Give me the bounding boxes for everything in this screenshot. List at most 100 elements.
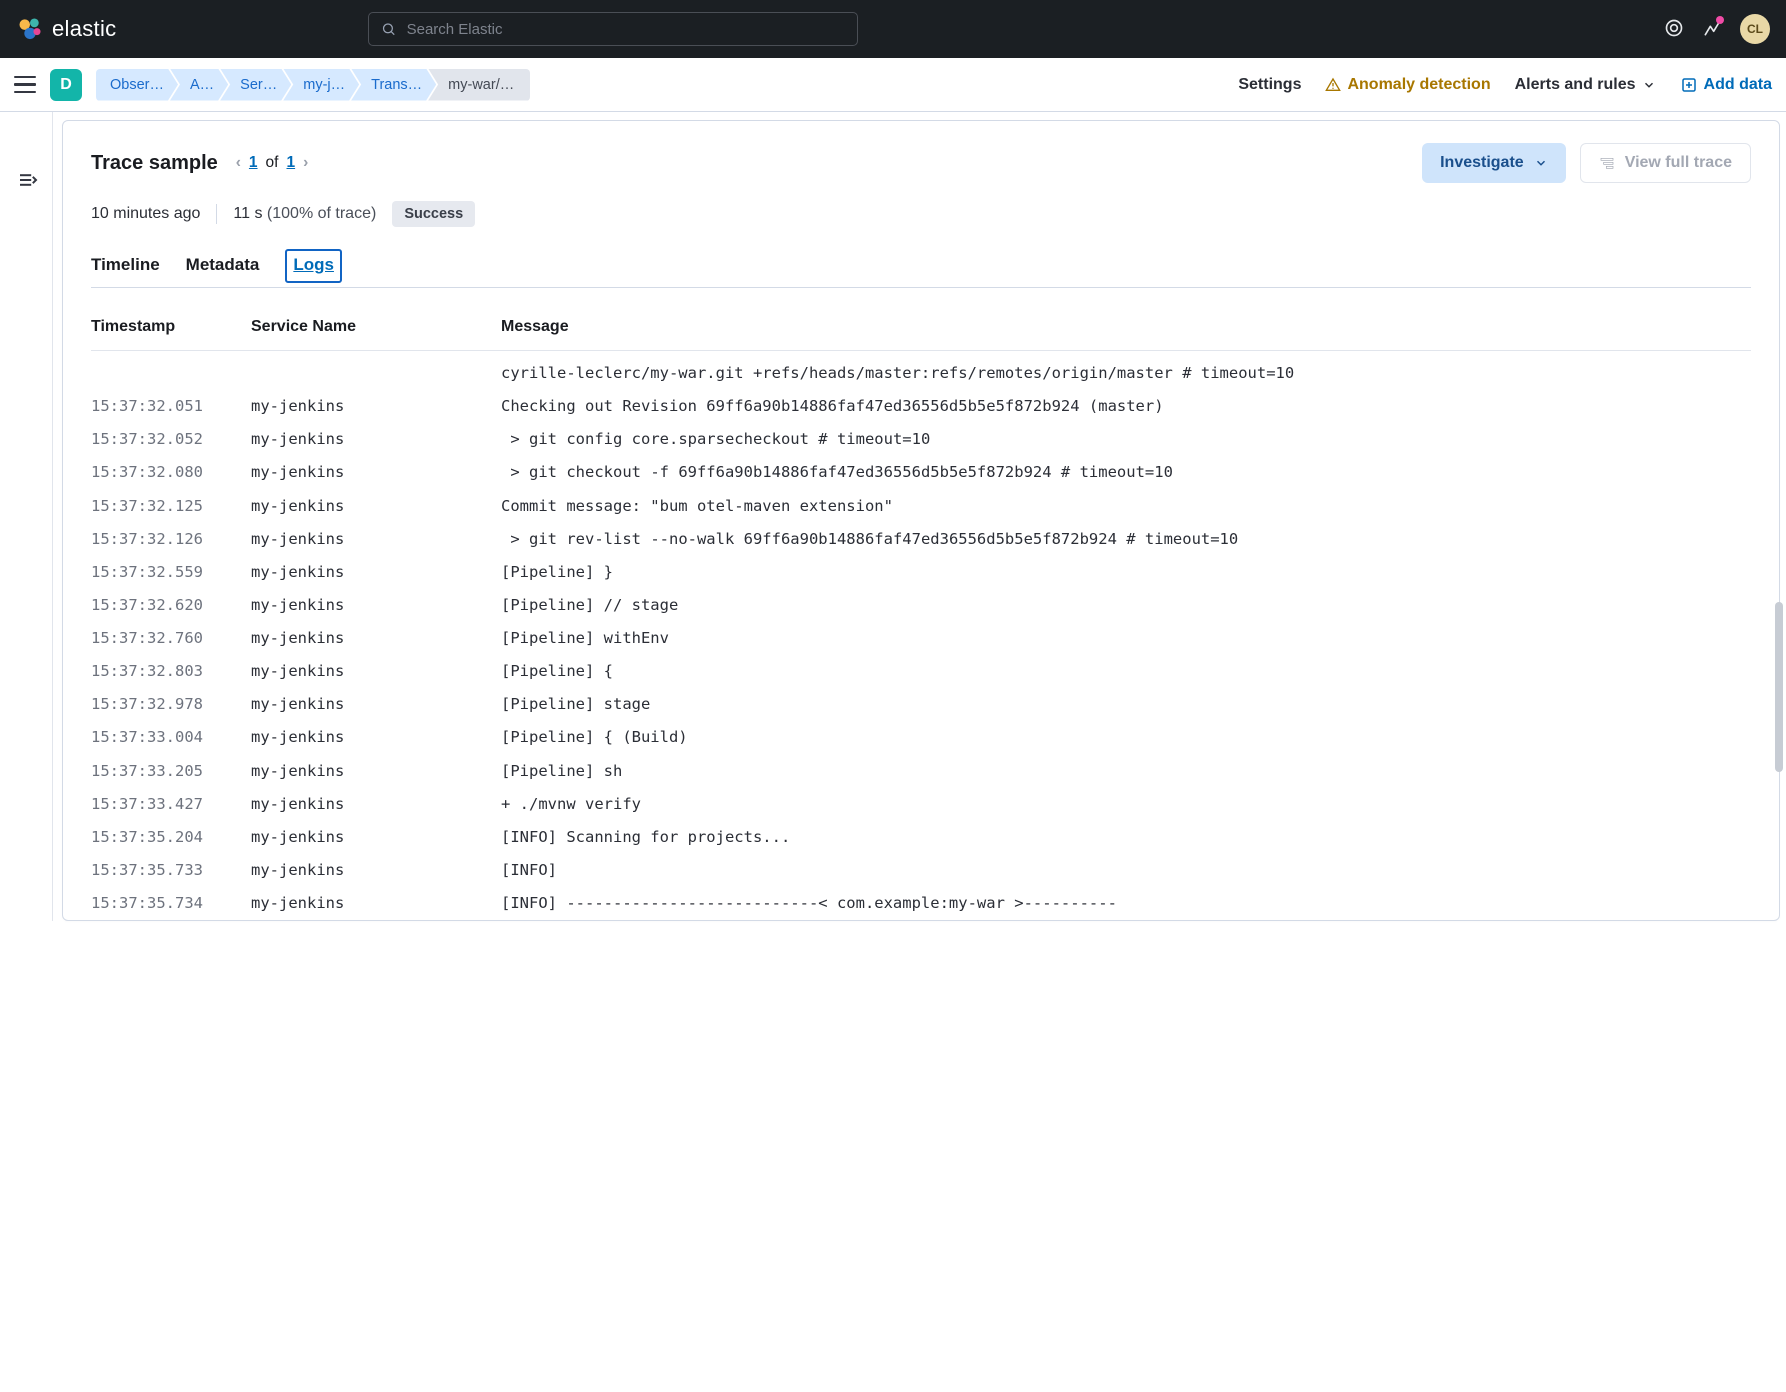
log-message: [INFO] [501, 857, 1751, 884]
log-timestamp: 15:37:32.559 [91, 559, 251, 586]
tab-metadata[interactable]: Metadata [186, 249, 260, 287]
tab-timeline[interactable]: Timeline [91, 249, 160, 287]
log-service: my-jenkins [251, 426, 501, 453]
table-row[interactable]: 15:37:32.978my-jenkins[Pipeline] stage [91, 688, 1751, 721]
news-icon[interactable] [1702, 18, 1722, 41]
col-message: Message [501, 318, 1751, 336]
pager-of: of [266, 154, 279, 172]
table-row[interactable]: 15:37:32.052my-jenkins > git config core… [91, 423, 1751, 456]
table-row[interactable]: cyrille-leclerc/my-war.git +refs/heads/m… [91, 357, 1751, 390]
investigate-button[interactable]: Investigate [1422, 143, 1566, 183]
log-timestamp: 15:37:33.004 [91, 724, 251, 751]
log-message: [Pipeline] } [501, 559, 1751, 586]
tabs: Timeline Metadata Logs [91, 249, 1751, 288]
anomaly-detection-link[interactable]: Anomaly detection [1325, 76, 1490, 94]
warning-icon [1325, 77, 1341, 93]
table-row[interactable]: 15:37:32.051my-jenkinsChecking out Revis… [91, 390, 1751, 423]
log-message: > git checkout -f 69ff6a90b14886faf47ed3… [501, 459, 1751, 486]
log-timestamp: 15:37:32.620 [91, 592, 251, 619]
log-message: cyrille-leclerc/my-war.git +refs/heads/m… [501, 360, 1751, 387]
alerts-rules-dropdown[interactable]: Alerts and rules [1515, 76, 1656, 94]
table-row[interactable]: 15:37:32.559my-jenkins[Pipeline] } [91, 556, 1751, 589]
col-service: Service Name [251, 318, 501, 336]
log-timestamp: 15:37:32.978 [91, 691, 251, 718]
log-service: my-jenkins [251, 658, 501, 685]
settings-link[interactable]: Settings [1238, 76, 1301, 94]
global-search[interactable] [368, 12, 858, 46]
log-message: > git rev-list --no-walk 69ff6a90b14886f… [501, 526, 1751, 553]
table-row[interactable]: 15:37:32.760my-jenkins[Pipeline] withEnv [91, 622, 1751, 655]
log-service: my-jenkins [251, 592, 501, 619]
add-data-label: Add data [1704, 76, 1772, 94]
log-timestamp [91, 360, 251, 387]
trace-pager: ‹ 1 of 1 › [236, 154, 309, 172]
log-timestamp: 15:37:35.204 [91, 824, 251, 851]
chevron-down-icon [1534, 156, 1548, 170]
log-timestamp: 15:37:32.052 [91, 426, 251, 453]
table-row[interactable]: 15:37:32.620my-jenkins[Pipeline] // stag… [91, 589, 1751, 622]
breadcrumb-current: my-war/… [428, 69, 530, 101]
view-full-label: View full trace [1625, 154, 1732, 172]
pager-next[interactable]: › [303, 154, 308, 172]
log-timestamp: 15:37:32.051 [91, 393, 251, 420]
pager-current[interactable]: 1 [249, 154, 258, 172]
breadcrumb-item[interactable]: Trans… [351, 69, 436, 101]
log-service: my-jenkins [251, 824, 501, 851]
col-timestamp: Timestamp [91, 318, 251, 336]
status-badge: Success [392, 201, 475, 227]
log-timestamp: 15:37:32.803 [91, 658, 251, 685]
table-row[interactable]: 15:37:35.734my-jenkins[INFO] -----------… [91, 887, 1751, 920]
table-row[interactable]: 15:37:32.803my-jenkins[Pipeline] { [91, 655, 1751, 688]
table-row[interactable]: 15:37:33.205my-jenkins[Pipeline] sh [91, 755, 1751, 788]
table-row[interactable]: 15:37:33.004my-jenkins[Pipeline] { (Buil… [91, 721, 1751, 754]
table-row[interactable]: 15:37:33.427my-jenkins+ ./mvnw verify [91, 788, 1751, 821]
log-service [251, 360, 501, 387]
logo[interactable]: elastic [16, 15, 116, 43]
table-row[interactable]: 15:37:32.126my-jenkins > git rev-list --… [91, 523, 1751, 556]
breadcrumb-item[interactable]: Obser… [96, 69, 178, 101]
log-service: my-jenkins [251, 393, 501, 420]
breadcrumb-item[interactable]: Ser… [220, 69, 291, 101]
view-full-trace-button: View full trace [1580, 143, 1751, 183]
search-input[interactable] [407, 21, 846, 38]
breadcrumb-item[interactable]: A… [170, 69, 228, 101]
table-row[interactable]: 15:37:35.204my-jenkins[INFO] Scanning fo… [91, 821, 1751, 854]
log-service: my-jenkins [251, 791, 501, 818]
investigate-label: Investigate [1440, 154, 1524, 172]
expand-sidebar-icon[interactable] [18, 172, 52, 191]
alerts-label: Alerts and rules [1515, 76, 1636, 94]
log-timestamp: 15:37:33.205 [91, 758, 251, 785]
log-message: [Pipeline] { (Build) [501, 724, 1751, 751]
help-icon[interactable] [1664, 18, 1684, 41]
log-message: [INFO] ---------------------------< com.… [501, 890, 1751, 917]
log-service: my-jenkins [251, 890, 501, 917]
log-service: my-jenkins [251, 724, 501, 751]
space-badge[interactable]: D [50, 69, 82, 101]
scrollbar-thumb[interactable] [1775, 602, 1783, 772]
log-service: my-jenkins [251, 526, 501, 553]
log-message: [Pipeline] stage [501, 691, 1751, 718]
table-row[interactable]: 15:37:32.125my-jenkinsCommit message: "b… [91, 490, 1751, 523]
add-data-link[interactable]: Add data [1680, 76, 1772, 94]
pager-prev[interactable]: ‹ [236, 154, 241, 172]
logo-text: elastic [52, 16, 116, 42]
page-body: Trace sample ‹ 1 of 1 › Investigate [0, 112, 1786, 921]
breadcrumb-item[interactable]: my-j… [283, 69, 359, 101]
log-message: [Pipeline] { [501, 658, 1751, 685]
table-row[interactable]: 15:37:32.080my-jenkins > git checkout -f… [91, 456, 1751, 489]
user-avatar[interactable]: CL [1740, 14, 1770, 44]
nav-toggle-icon[interactable] [14, 76, 36, 94]
pager-total[interactable]: 1 [286, 154, 295, 172]
anomaly-label: Anomaly detection [1347, 76, 1490, 94]
log-timestamp: 15:37:35.733 [91, 857, 251, 884]
trace-panel: Trace sample ‹ 1 of 1 › Investigate [62, 120, 1780, 921]
trace-sample-title: Trace sample [91, 152, 218, 175]
logs-table: Timestamp Service Name Message cyrille-l… [91, 318, 1751, 920]
tab-logs[interactable]: Logs [285, 249, 342, 283]
log-message: > git config core.sparsecheckout # timeo… [501, 426, 1751, 453]
trace-age: 10 minutes ago [91, 205, 200, 223]
table-row[interactable]: 15:37:35.733my-jenkins[INFO] [91, 854, 1751, 887]
logs-table-body: cyrille-leclerc/my-war.git +refs/heads/m… [91, 351, 1751, 920]
log-service: my-jenkins [251, 758, 501, 785]
trace-duration: 11 s (100% of trace) [233, 205, 376, 223]
